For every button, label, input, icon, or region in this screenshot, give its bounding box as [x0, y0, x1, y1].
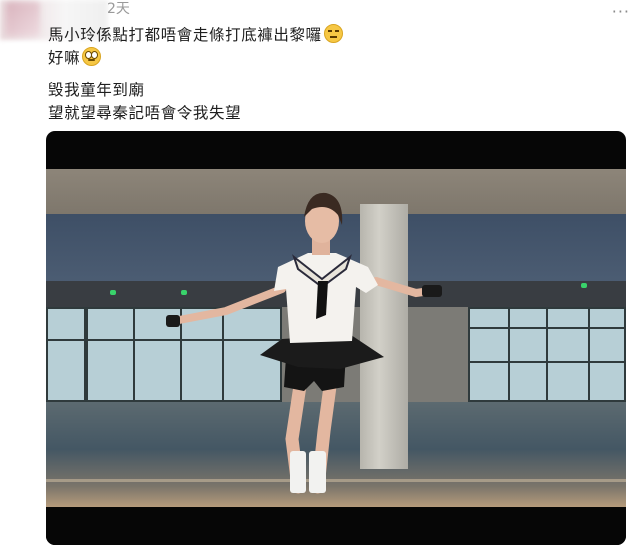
post-text-line-4: 望就望尋秦記唔會令我失望	[48, 104, 242, 122]
letterbox-bar	[46, 507, 626, 545]
unamused-face-icon	[323, 24, 343, 43]
video-player[interactable]	[46, 131, 626, 545]
post-text-line-3: 毁我童年到廟	[48, 81, 145, 99]
post-timestamp: 2天	[107, 1, 130, 17]
more-options-button[interactable]: ···	[612, 2, 630, 21]
post-text-line-1: 馬小玲係點打都唔會走條打底褲出黎囉	[48, 24, 343, 45]
dancer-figure	[166, 192, 442, 494]
video-frame	[46, 169, 626, 507]
post-text: 馬小玲係點打都唔會走條打底褲出黎囉	[48, 26, 322, 44]
eye-roll-face-icon	[82, 47, 102, 66]
avatar[interactable]	[6, 2, 40, 36]
post-text-line-2: 好嘛	[48, 47, 102, 68]
post-text: 好嘛	[48, 49, 81, 67]
